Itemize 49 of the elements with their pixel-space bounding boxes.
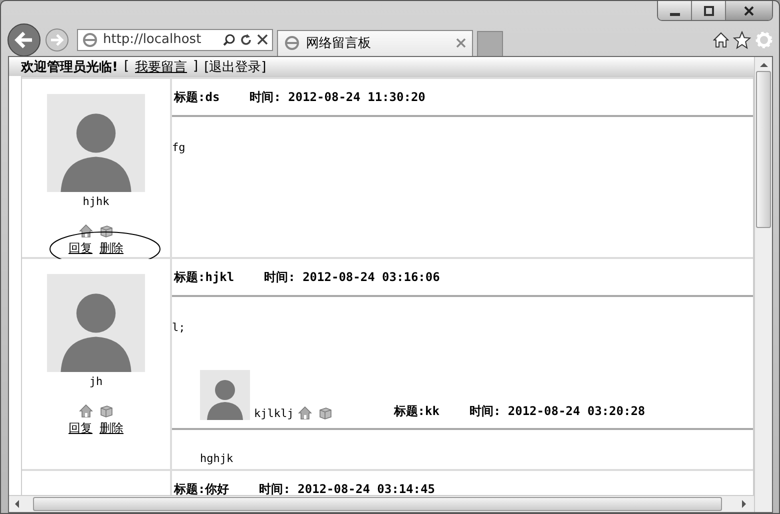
post-title: 标题:你好 <box>174 480 230 495</box>
post-message-link[interactable]: 我要留言 <box>135 58 188 76</box>
avatar-placeholder <box>200 370 250 420</box>
close-icon[interactable] <box>257 34 268 45</box>
star-icon[interactable] <box>733 30 751 48</box>
action-link[interactable]: 回复 <box>68 240 92 257</box>
home-icon[interactable] <box>713 32 729 48</box>
vertical-scrollbar[interactable] <box>754 57 772 512</box>
reply-body: hghjk <box>200 452 234 465</box>
page-icon <box>284 35 300 51</box>
address-bar[interactable]: http://localhost <box>77 28 273 50</box>
bracket-text: [ <box>124 59 130 74</box>
forward-button[interactable] <box>45 28 69 52</box>
action-link[interactable]: 回复 <box>68 420 92 437</box>
post-time: 时间: 2012-08-24 03:16:06 <box>264 268 440 286</box>
refresh-icon[interactable] <box>240 34 252 46</box>
minimize-icon <box>670 12 680 16</box>
post-time: 时间: 2012-08-24 11:30:20 <box>250 88 426 106</box>
horizontal-scrollbar[interactable] <box>9 495 754 512</box>
post-body: fg <box>172 141 186 154</box>
post-body: l; <box>172 321 186 334</box>
post-title: 标题:hjkl <box>174 268 234 286</box>
post-time: 时间: 2012-08-24 03:20:28 <box>469 403 646 420</box>
maximize-button[interactable] <box>691 1 725 20</box>
action-link[interactable]: 删除 <box>100 420 124 437</box>
maximize-icon <box>704 6 714 16</box>
scroll-left-icon[interactable] <box>13 500 21 508</box>
bracket-text: [退出登录] <box>204 58 266 76</box>
browser-tab[interactable]: 网络留言板 <box>277 30 473 56</box>
author-name: jh <box>89 375 103 388</box>
scroll-right-icon[interactable] <box>740 500 748 508</box>
post-time: 时间: 2012-08-24 03:14:45 <box>259 480 435 495</box>
action-link[interactable]: 删除 <box>100 240 124 257</box>
url-text: http://localhost <box>103 32 202 47</box>
author-name: hjhk <box>82 195 110 208</box>
reply-author: kjlklj <box>254 407 294 420</box>
back-button[interactable] <box>7 22 41 56</box>
page-icon <box>82 32 98 48</box>
close-icon <box>744 6 754 16</box>
post-title: 标题:kk <box>394 403 440 420</box>
scroll-up-icon[interactable] <box>760 61 768 69</box>
house-icon[interactable] <box>79 224 93 238</box>
minimize-button[interactable] <box>658 1 691 20</box>
bracket-text: ] <box>193 59 198 74</box>
post-title: 标题:ds <box>174 88 220 106</box>
box-icon[interactable] <box>99 224 113 238</box>
welcome-text: 欢迎管理员光临! <box>21 58 118 76</box>
search-icon[interactable] <box>223 34 235 46</box>
close-button[interactable] <box>725 1 772 20</box>
